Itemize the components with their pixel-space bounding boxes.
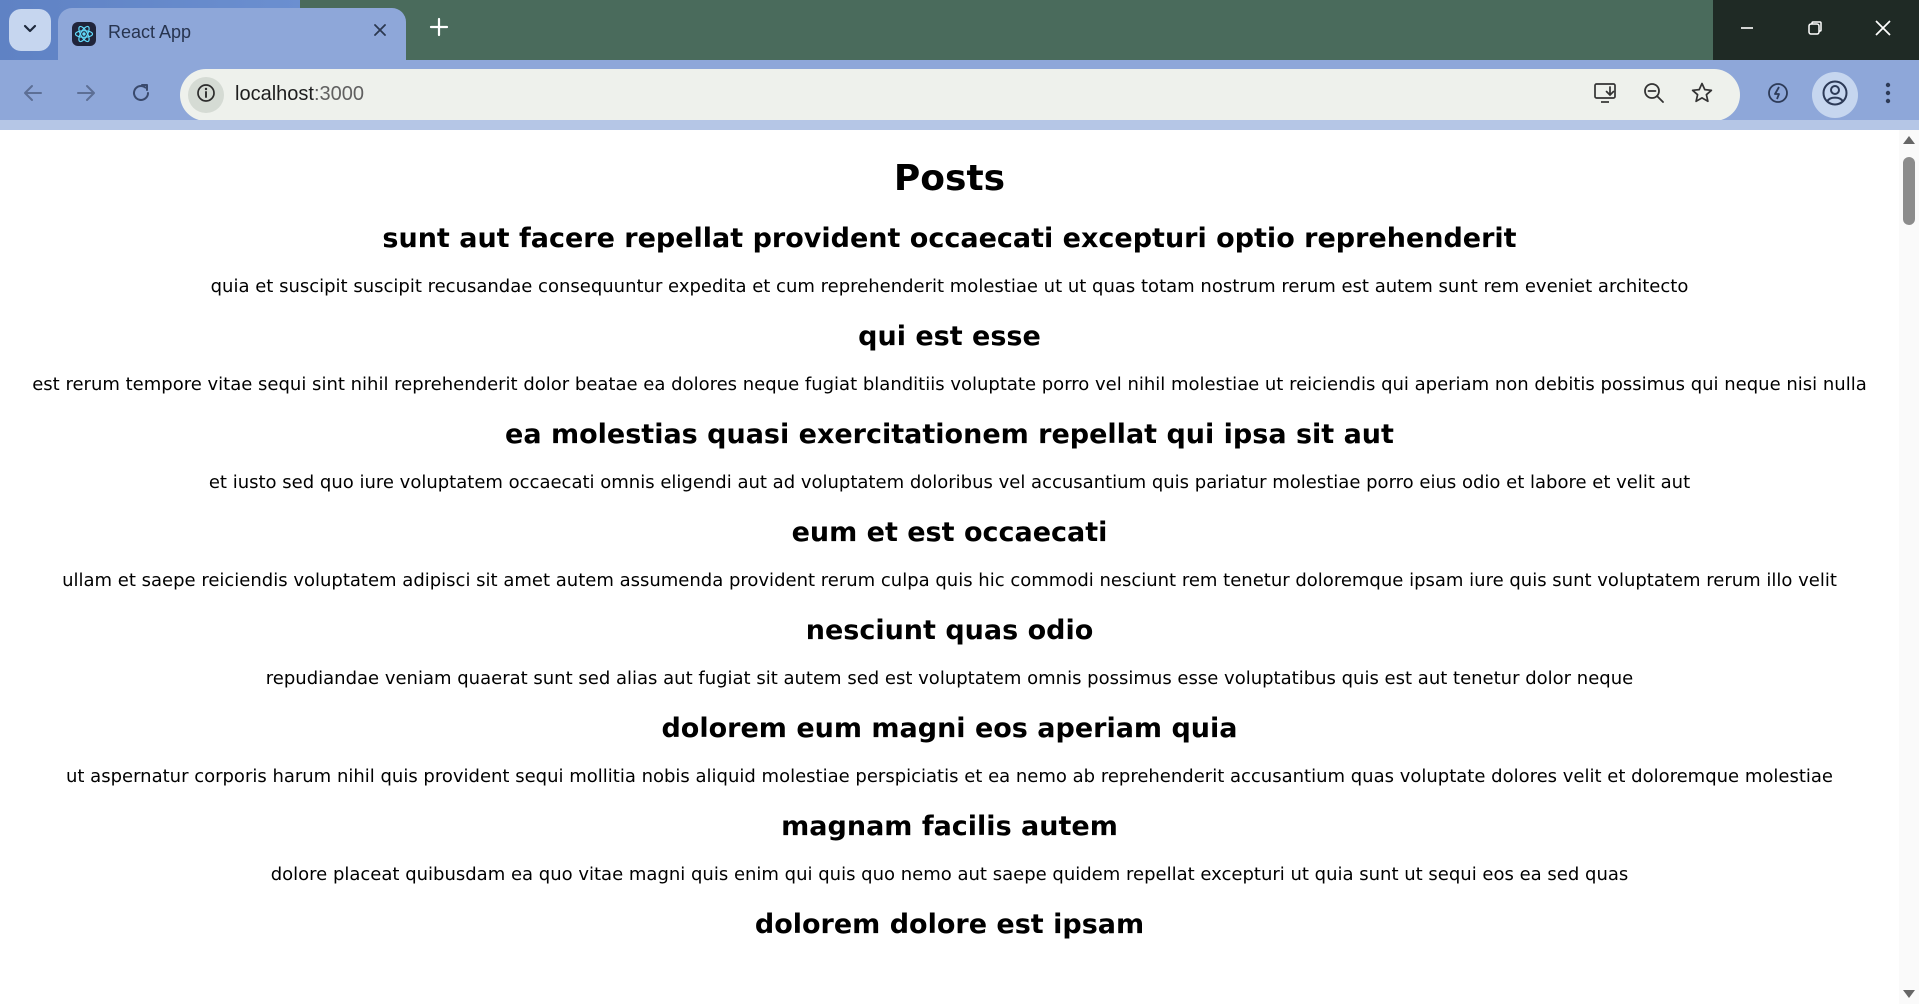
page-title: Posts [893,158,1006,199]
close-icon [373,23,387,42]
tab-title: React App [108,22,192,42]
reload-button[interactable] [123,77,159,113]
post-item: magnam facilis autem dolore placeat quib… [0,811,1899,885]
zoom-button[interactable] [1638,79,1670,111]
post-title: magnam facilis autem [781,811,1118,842]
page-scrollbar[interactable] [1899,130,1919,1004]
restore-icon [1807,20,1823,41]
post-body: quia et suscipit suscipit recusandae con… [210,276,1689,297]
url-port: :3000 [313,83,364,105]
browser-menu-button[interactable] [1870,77,1906,113]
post-body: repudiandae veniam quaerat sunt sed alia… [265,668,1634,689]
post-item: qui est esse est rerum tempore vitae seq… [0,321,1899,395]
site-info-button[interactable] [188,77,224,113]
post-item: ea molestias quasi exercitationem repell… [0,419,1899,493]
profile-icon [1821,79,1849,112]
install-app-icon [1593,81,1619,110]
post-title: nesciunt quas odio [805,615,1094,646]
react-logo-icon [72,22,96,46]
window-close-button[interactable] [1849,0,1917,60]
post-body: dolore placeat quibusdam ea quo vitae ma… [270,864,1629,885]
tab-search-button[interactable] [9,9,51,51]
minimize-icon [1739,20,1755,41]
zoom-out-icon [1642,81,1666,110]
post-body: ullam et saepe reiciendis voluptatem adi… [62,570,1837,591]
tab-close-button[interactable] [368,20,392,44]
post-item: dolorem eum magni eos aperiam quia ut as… [0,713,1899,787]
performance-icon [1766,81,1790,110]
address-bar[interactable]: localhost:3000 [180,69,1740,121]
back-button[interactable] [15,77,51,113]
page-viewport: Posts sunt aut facere repellat provident… [0,130,1899,1004]
install-app-button[interactable] [1590,79,1622,111]
bookmark-button[interactable] [1686,79,1718,111]
tab-strip: React App [0,0,1919,60]
forward-arrow-icon [75,82,97,109]
post-body: est rerum tempore vitae sequi sint nihil… [32,374,1867,395]
forward-button[interactable] [68,77,104,113]
extension-button[interactable] [1760,77,1796,113]
profile-button[interactable] [1812,72,1858,118]
post-item: eum et est occaecati ullam et saepe reic… [0,517,1899,591]
post-title: qui est esse [858,321,1041,352]
post-body: ut aspernatur corporis harum nihil quis … [65,766,1833,787]
star-icon [1690,81,1714,110]
post-title: dolorem eum magni eos aperiam quia [661,713,1238,744]
post-body: et iusto sed quo iure voluptatem occaeca… [208,472,1691,493]
scroll-up-arrow-icon[interactable] [1903,136,1915,144]
url-host: localhost [235,83,314,105]
post-title: sunt aut facere repellat provident occae… [382,223,1517,254]
post-title: eum et est occaecati [791,517,1108,548]
post-item: sunt aut facere repellat provident occae… [0,223,1899,297]
restore-button[interactable] [1781,0,1849,60]
info-icon [196,83,216,108]
post-title: ea molestias quasi exercitationem repell… [505,419,1394,450]
close-icon [1874,19,1892,42]
window-controls [1713,0,1919,60]
toolbar-divider [0,120,1919,130]
scrollbar-thumb[interactable] [1903,157,1915,225]
back-arrow-icon [22,82,44,109]
kebab-menu-icon [1884,81,1892,110]
plus-icon [429,17,449,42]
minimize-button[interactable] [1713,0,1781,60]
post-title: dolorem dolore est ipsam [754,909,1145,940]
new-tab-button[interactable] [422,12,456,46]
titlebar-background [300,0,1919,60]
chevron-down-icon [22,20,38,41]
scroll-down-arrow-icon[interactable] [1903,990,1915,998]
active-tab[interactable]: React App [58,8,406,60]
post-item: nesciunt quas odio repudiandae veniam qu… [0,615,1899,689]
url-text: localhost:3000 [235,83,364,106]
post-item: dolorem dolore est ipsam [0,909,1899,940]
reload-icon [130,82,152,109]
